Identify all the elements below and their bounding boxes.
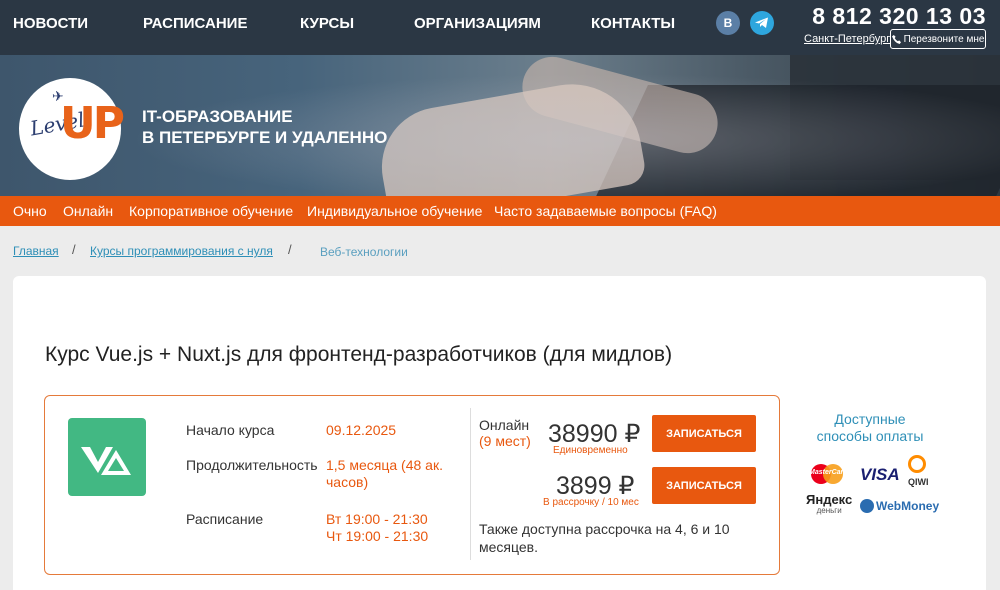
breadcrumb-courses[interactable]: Курсы программирования с нуля <box>90 244 273 258</box>
hero-title-line-2: В ПЕТЕРБУРГЕ И УДАЛЕННО <box>142 128 388 147</box>
mode-label: Онлайн <box>479 417 530 433</box>
subnav-offline[interactable]: Очно <box>13 203 47 219</box>
nav-organizations[interactable]: ОРГАНИЗАЦИЯМ <box>414 15 541 32</box>
subnav-online[interactable]: Онлайн <box>63 203 113 219</box>
subnav-individual[interactable]: Индивидуальное обучение <box>307 203 482 219</box>
logo-up-text: UP <box>60 98 125 149</box>
vue-icon <box>68 418 146 496</box>
start-value: 09.12.2025 <box>326 422 397 438</box>
hero-title: IT-ОБРАЗОВАНИЕ В ПЕТЕРБУРГЕ И УДАЛЕННО <box>142 106 387 148</box>
page-title: Курс Vue.js + Nuxt.js для фронтенд-разра… <box>45 343 673 366</box>
webmoney-label: WebMoney <box>876 499 940 513</box>
nav-news[interactable]: НОВОСТИ <box>13 15 88 32</box>
breadcrumb-separator: / <box>288 242 292 257</box>
breadcrumb-current: Веб-технологии <box>320 245 408 259</box>
nav-contacts[interactable]: КОНТАКТЫ <box>591 15 675 32</box>
subnav-corporate[interactable]: Корпоративное обучение <box>129 203 293 219</box>
price-installment-note: В рассрочку / 10 мес <box>543 497 639 508</box>
mode-seats: (9 мест) <box>479 433 531 449</box>
vue-nuxt-logo-icon <box>81 447 131 475</box>
yandex-money-icon: Яндекс деньги <box>806 492 853 516</box>
installment-text: Также доступна рассрочка на 4, 6 и 10 ме… <box>479 521 730 555</box>
visa-icon: VISA <box>860 465 900 484</box>
phone-icon <box>891 34 901 44</box>
enroll-installment-button[interactable]: ЗАПИСАТЬСЯ <box>652 467 756 504</box>
breadcrumb-separator: / <box>72 242 76 257</box>
schedule-label: Расписание <box>186 511 264 527</box>
callback-button[interactable]: Перезвоните мне <box>890 29 986 49</box>
course-mode: Онлайн (9 мест) <box>479 417 531 449</box>
start-label: Начало курса <box>186 422 275 438</box>
phone-number[interactable]: 8 812 320 13 03 <box>812 3 986 30</box>
vk-icon[interactable]: B <box>716 11 740 35</box>
telegram-plane-icon <box>755 17 768 28</box>
schedule-value-line-1: Вт 19:00 - 21:30 <box>326 511 428 527</box>
telegram-icon[interactable] <box>750 11 774 35</box>
breadcrumb-home[interactable]: Главная <box>13 244 59 258</box>
mc-label: MasterCard <box>809 469 848 476</box>
vk-letter: B <box>723 16 733 30</box>
qiwi-label: QIWI <box>908 477 929 487</box>
nav-courses[interactable]: КУРСЫ <box>300 15 354 32</box>
divider <box>470 408 471 560</box>
city-selector[interactable]: Санкт-Петербург <box>804 33 890 45</box>
schedule-value-line-2: Чт 19:00 - 21:30 <box>326 528 429 544</box>
hero-title-line-1: IT-ОБРАЗОВАНИЕ <box>142 107 293 126</box>
subnav-faq[interactable]: Часто задаваемые вопросы (FAQ) <box>494 203 717 219</box>
mastercard-icon: MasterCard <box>809 463 848 485</box>
duration-value-line-2: часов) <box>326 474 369 490</box>
payment-title: Доступные способы оплаты <box>816 411 924 444</box>
qiwi-circle <box>908 455 926 473</box>
secondary-nav: Очно Онлайн Корпоративное обучение Индив… <box>0 196 1000 226</box>
nav-schedule[interactable]: РАСПИСАНИЕ <box>143 15 247 32</box>
qiwi-icon: QIWI <box>906 455 930 491</box>
duration-value: 1,5 месяца (48 ак. часов) <box>326 457 443 491</box>
webmoney-icon: WebMoney <box>860 499 939 513</box>
callback-label: Перезвоните мне <box>903 33 985 45</box>
webmoney-globe-icon <box>860 499 874 513</box>
schedule-value: Вт 19:00 - 21:30 Чт 19:00 - 21:30 <box>326 511 428 545</box>
duration-value-line-1: 1,5 месяца (48 ак. <box>326 457 443 473</box>
enroll-button[interactable]: ЗАПИСАТЬСЯ <box>652 415 756 452</box>
yandex-label: Яндекс <box>806 492 853 507</box>
price-full-note: Единовременно <box>553 445 628 456</box>
duration-label: Продолжительность <box>186 457 318 473</box>
